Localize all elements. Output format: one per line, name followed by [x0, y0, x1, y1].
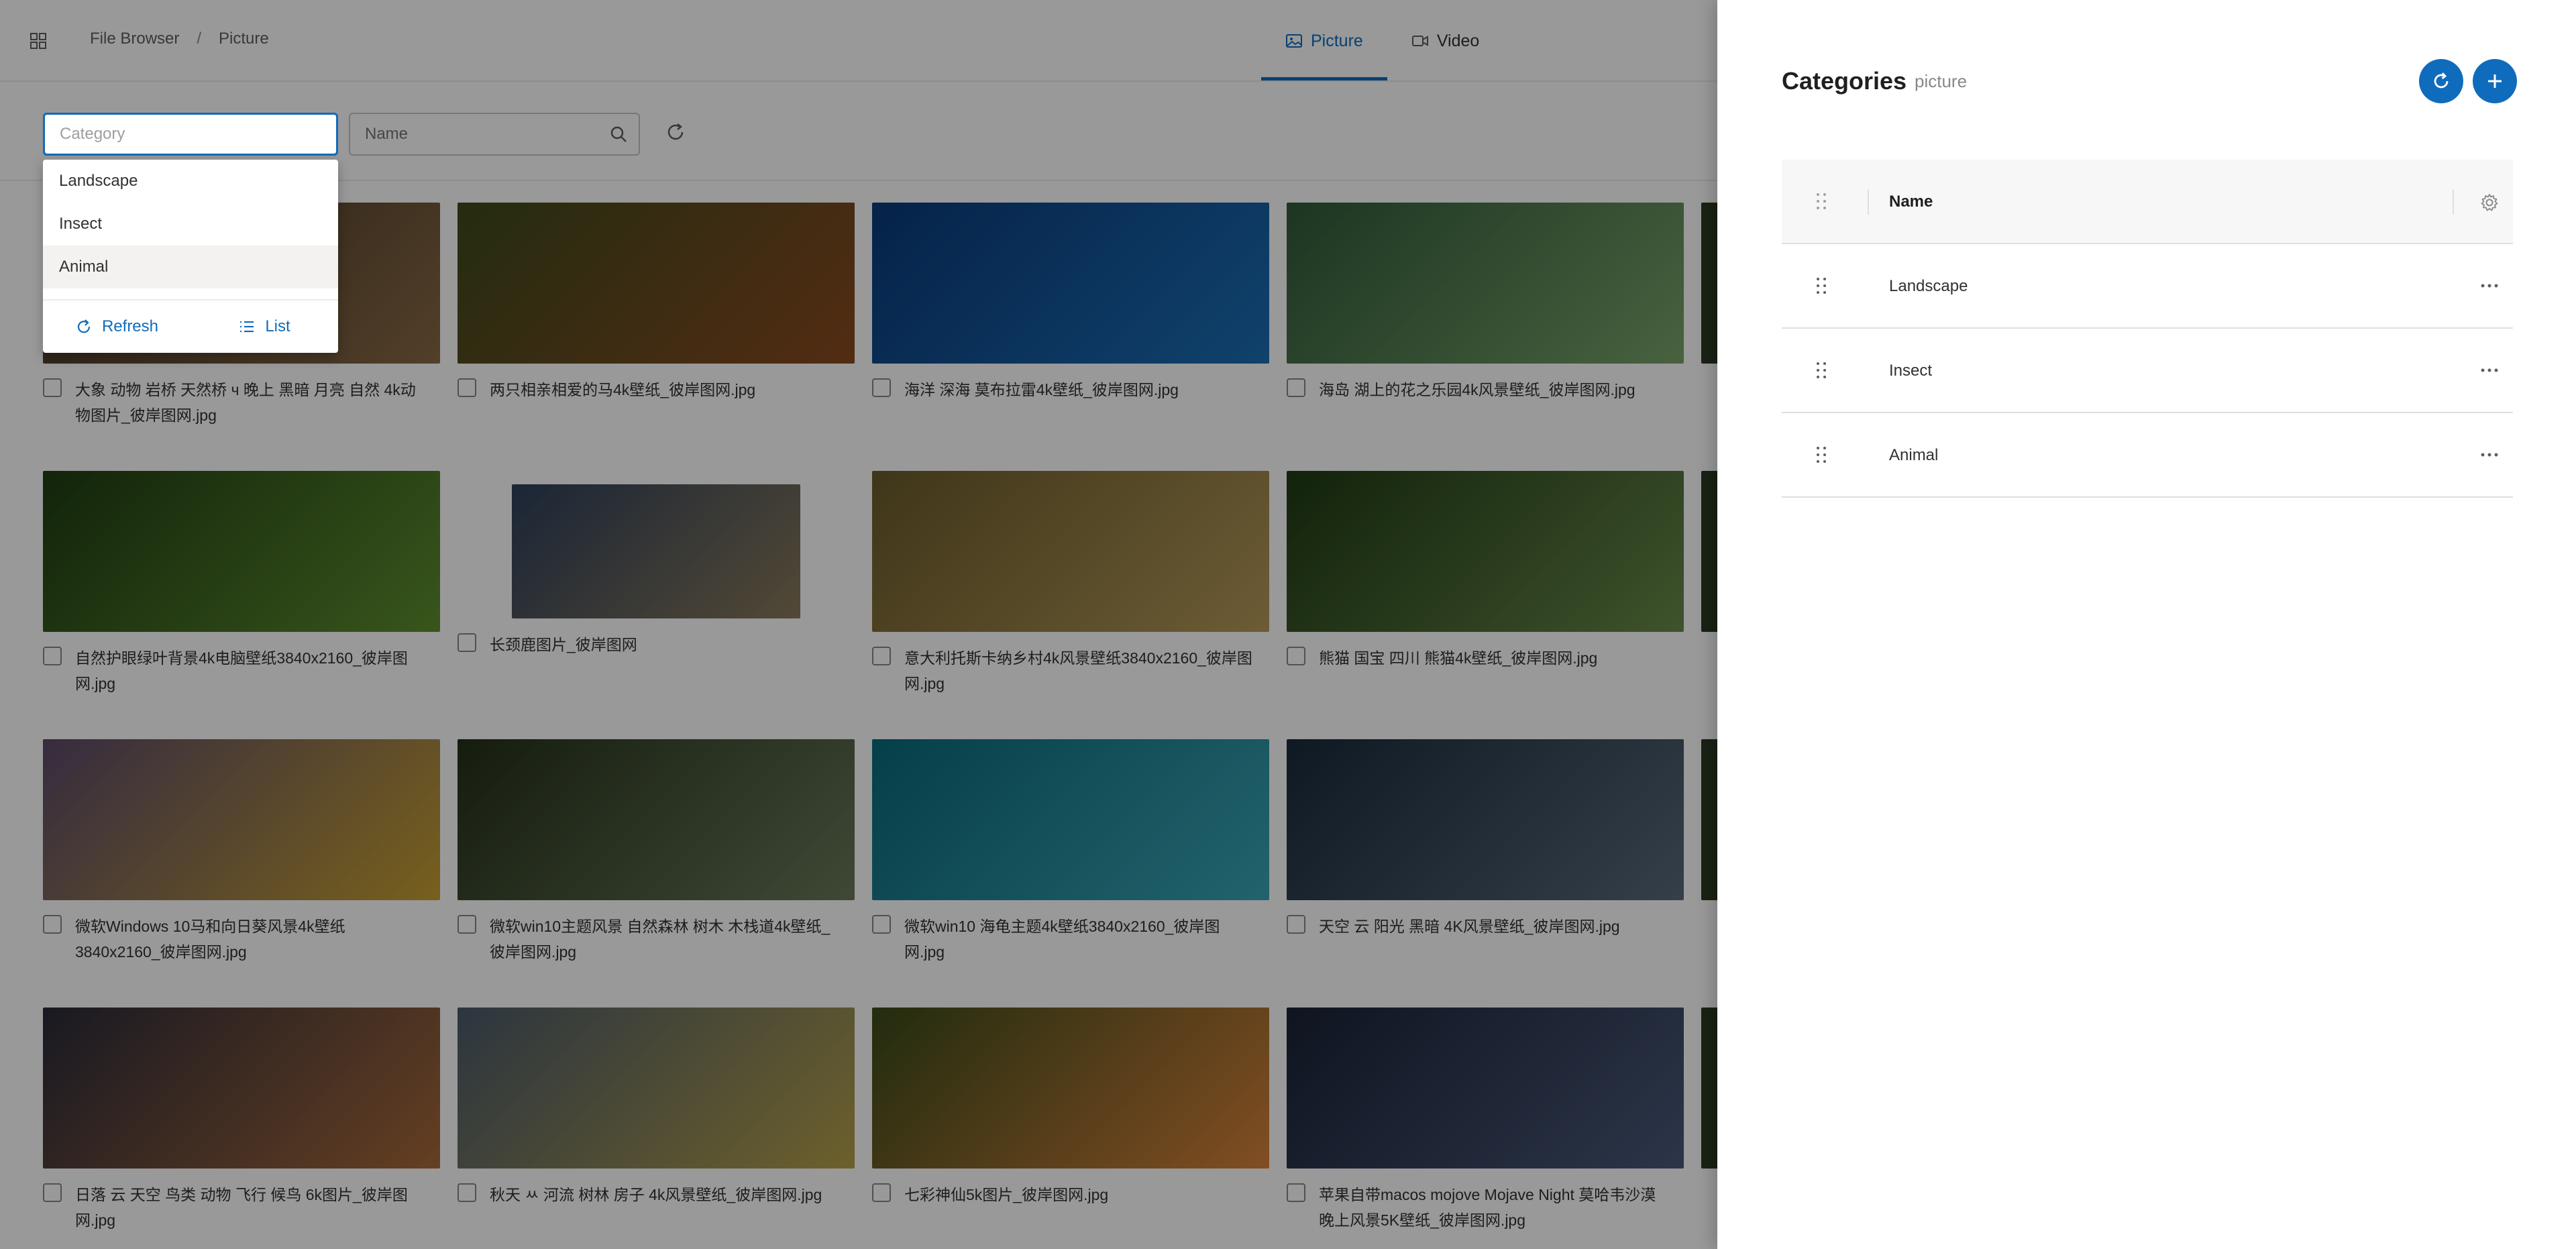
column-separator[interactable] — [2453, 189, 2454, 215]
dropdown-refresh-button[interactable]: Refresh — [43, 317, 191, 336]
row-name: Insect — [1889, 362, 1933, 380]
dropdown-list-label: List — [265, 317, 290, 335]
refresh-icon — [77, 319, 91, 333]
table-row[interactable]: Insect — [1782, 329, 2513, 413]
drag-handle-icon — [1817, 193, 1826, 209]
dropdown-option-landscape[interactable]: Landscape — [43, 160, 338, 203]
panel-title: Categories — [1782, 67, 1907, 95]
dropdown-option-insect[interactable]: Insect — [43, 203, 338, 246]
dropdown-option-animal[interactable]: Animal — [43, 246, 338, 288]
category-dropdown: Landscape Insect Animal Refresh List — [43, 160, 338, 353]
dropdown-list-button[interactable]: List — [191, 317, 338, 336]
gear-icon[interactable] — [2479, 193, 2500, 213]
more-options-icon[interactable] — [2479, 448, 2500, 461]
table-row[interactable]: Animal — [1782, 413, 2513, 498]
row-name: Animal — [1889, 446, 1939, 464]
panel-subtitle: picture — [1915, 71, 1968, 91]
refresh-icon — [2434, 72, 2449, 89]
panel-refresh-button[interactable] — [2419, 59, 2463, 103]
category-placeholder: Category — [60, 125, 125, 143]
more-options-icon[interactable] — [2479, 364, 2500, 377]
drag-handle-icon[interactable] — [1815, 276, 1827, 295]
table-header: Name — [1782, 160, 2513, 244]
more-options-icon[interactable] — [2479, 279, 2500, 292]
categories-table: Name Landscape Insect Animal — [1782, 160, 2513, 498]
column-separator[interactable] — [1868, 189, 1869, 215]
drag-handle-icon[interactable] — [1815, 445, 1827, 464]
categories-panel: Categories picture Name Landscape Insect… — [1717, 0, 2576, 1249]
panel-add-button[interactable] — [2473, 59, 2517, 103]
table-row[interactable]: Landscape — [1782, 244, 2513, 329]
row-name: Landscape — [1889, 277, 1968, 295]
file-browser-main: File Browser / Picture Picture Video Cat… — [0, 0, 1717, 1249]
dropdown-footer: Refresh List — [43, 299, 338, 353]
list-icon — [240, 321, 254, 333]
category-select-open[interactable]: Category — [43, 113, 338, 156]
drag-handle-icon[interactable] — [1815, 361, 1827, 380]
dropdown-refresh-label: Refresh — [101, 317, 159, 335]
plus-icon — [2488, 74, 2502, 88]
column-header-name[interactable]: Name — [1889, 160, 1933, 244]
